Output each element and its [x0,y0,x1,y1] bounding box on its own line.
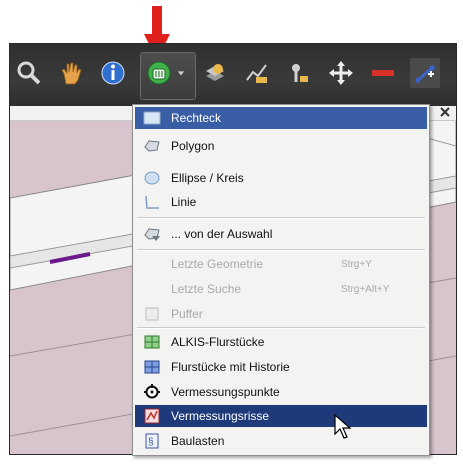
measure-point-icon[interactable] [284,58,314,88]
layer-query-icon[interactable] [200,58,230,88]
menu-item-label: Puffer [171,307,203,321]
menu-item-label: Letzte Suche [171,282,242,296]
parcel-history-icon [141,358,163,376]
menu-item-label: Linie [171,195,197,209]
menu-item-label: Letzte Geometrie [171,257,264,271]
select-by-shape-icon[interactable] [144,58,174,88]
close-icon[interactable] [440,107,450,117]
mouse-pointer-icon [334,414,352,439]
parcel-icon [141,333,163,351]
menu-item-last-search[interactable]: Letzte Suche Strg+Alt+Y [135,278,427,300]
survey-point-icon [141,383,163,401]
pan-hand-icon[interactable] [56,58,86,88]
menu-item-label: ALKIS-Flurstücke [171,335,265,349]
menu-item-label: Rechteck [171,111,222,125]
from-selection-icon [141,225,163,243]
menu-item-line[interactable]: Linie [135,191,427,213]
line-icon [141,193,163,211]
buffer-icon [141,305,163,323]
menu-item-survey-points[interactable]: Vermessungspunkte [135,381,427,403]
chart-icon[interactable] [242,58,272,88]
menu-item-label: Flurstücke mit Historie [171,360,290,374]
menu-item-label: Vermessungsrisse [171,409,270,423]
toolbar [10,44,456,107]
svg-text:§: § [148,437,154,448]
menu-separator [137,327,425,329]
building-encumbrance-icon: § [141,432,163,450]
move-icon[interactable] [326,58,356,88]
ellipse-icon [141,169,163,187]
menu-item-buffer[interactable]: Puffer [135,303,427,325]
menu-item-label: Baulasten [171,434,225,448]
remove-icon[interactable] [368,58,398,88]
info-icon[interactable] [98,58,128,88]
draw-line-icon[interactable] [410,58,440,88]
menu-item-label: Ellipse / Kreis [171,171,244,185]
menu-item-from-selection[interactable]: ... von der Auswahl [135,223,427,245]
menu-item-label: Polygon [171,139,215,153]
menu-separator [137,217,425,219]
menu-item-survey-sketches[interactable]: Vermessungsrisse [135,405,427,427]
menu-separator [137,249,425,251]
menu-item-building-encumbrances[interactable]: § Baulasten [135,430,427,452]
rectangle-icon [141,109,163,127]
survey-sketch-icon [141,407,163,425]
polygon-icon [141,137,163,155]
chevron-down-icon[interactable] [174,58,188,88]
menu-item-shortcut: Strg+Y [341,258,372,270]
menu-item-label: ... von der Auswahl [171,227,273,241]
shape-selection-menu: Rechteck Polygon Ellipse / Kreis Linie .… [132,104,430,456]
menu-item-rectangle[interactable]: Rechteck [135,107,427,129]
menu-item-alkis-parcels[interactable]: ALKIS-Flurstücke [135,331,427,353]
menu-item-ellipse[interactable]: Ellipse / Kreis [135,167,427,189]
menu-item-polygon[interactable]: Polygon [135,135,427,157]
magnifier-icon[interactable] [14,58,44,88]
menu-item-label: Vermessungspunkte [171,385,280,399]
menu-item-last-geometry[interactable]: Letzte Geometrie Strg+Y [135,253,427,275]
menu-item-parcels-history[interactable]: Flurstücke mit Historie [135,356,427,378]
menu-item-shortcut: Strg+Alt+Y [341,283,390,295]
